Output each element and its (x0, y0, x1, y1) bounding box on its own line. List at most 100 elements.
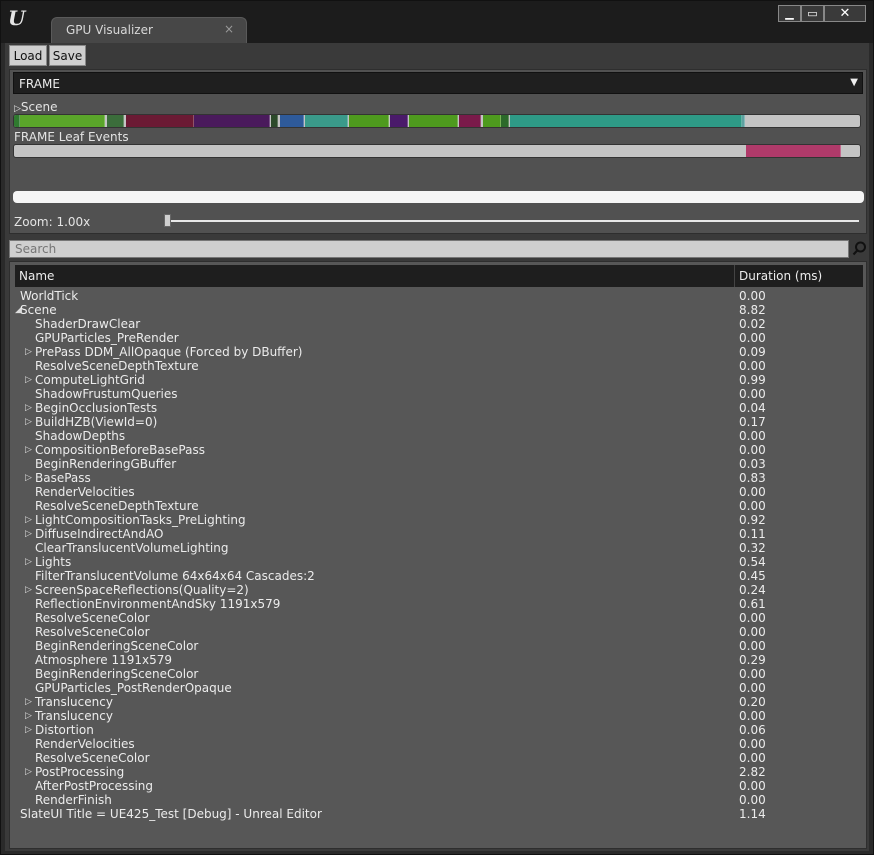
table-row[interactable]: Atmosphere 1191x579 0.29 (15, 653, 863, 667)
table-row[interactable]: ▷ LightCompositionTasks_PreLighting 0.92 (15, 513, 863, 527)
load-button[interactable]: Load (9, 45, 47, 66)
table-row[interactable]: ClearTranslucentVolumeLighting 0.32 (15, 541, 863, 555)
table-row[interactable]: WorldTick 0.00 (15, 289, 863, 303)
close-button[interactable]: ✕ (824, 5, 866, 22)
table-row[interactable]: ▷ Translucency 0.20 (15, 695, 863, 709)
leaf-events-label: FRAME Leaf Events (14, 130, 129, 144)
table-row[interactable]: ResolveSceneDepthTexture 0.00 (15, 359, 863, 373)
table-row[interactable]: ResolveSceneDepthTexture 0.00 (15, 499, 863, 513)
expand-arrow-icon[interactable]: ▷ (25, 709, 32, 723)
zoom-slider-thumb[interactable] (164, 214, 171, 227)
table-row[interactable]: ShaderDrawClear 0.02 (15, 317, 863, 331)
row-name: SlateUI Title = UE425_Test [Debug] - Unr… (20, 807, 322, 821)
table-row[interactable]: ▷ DiffuseIndirectAndAO 0.11 (15, 527, 863, 541)
table-row[interactable]: ShadowFrustumQueries 0.00 (15, 387, 863, 401)
search-input[interactable] (9, 240, 849, 258)
table-row[interactable]: GPUParticles_PostRenderOpaque 0.00 (15, 681, 863, 695)
tab-label: GPU Visualizer (66, 23, 153, 37)
expand-arrow-icon[interactable]: ▷ (25, 345, 32, 359)
row-duration: 8.82 (739, 303, 766, 317)
expand-arrow-icon[interactable]: ▷ (25, 401, 32, 415)
table-row[interactable]: ▷ BuildHZB(ViewId=0) 0.17 (15, 415, 863, 429)
table-row[interactable]: ResolveSceneColor 0.00 (15, 611, 863, 625)
table-row[interactable]: ▷ ComputeLightGrid 0.99 (15, 373, 863, 387)
table-row[interactable]: SlateUI Title = UE425_Test [Debug] - Unr… (15, 807, 863, 821)
scene-bar-segment[interactable] (305, 115, 348, 127)
table-row[interactable]: ResolveSceneColor 0.00 (15, 751, 863, 765)
table-row[interactable]: ResolveSceneColor 0.00 (15, 625, 863, 639)
leaf-bar-segment[interactable] (746, 145, 841, 157)
scene-bar-segment[interactable] (742, 115, 745, 127)
table-row[interactable]: BeginRenderingSceneColor 0.00 (15, 667, 863, 681)
expand-arrow-icon[interactable]: ▷ (14, 104, 21, 114)
expand-arrow-icon[interactable]: ▷ (25, 527, 32, 541)
search-icon[interactable] (852, 241, 867, 256)
row-duration: 0.00 (739, 751, 766, 765)
tab-close-icon[interactable]: × (224, 22, 234, 36)
scene-bar-segment[interactable] (107, 115, 124, 127)
scene-bar-segment[interactable] (126, 115, 194, 127)
maximize-button[interactable]: ▭ (801, 5, 824, 22)
table-row[interactable]: FilterTranslucentVolume 64x64x64 Cascade… (15, 569, 863, 583)
expand-arrow-icon[interactable]: ▷ (25, 443, 32, 457)
table-row[interactable]: ▷ Lights 0.54 (15, 555, 863, 569)
timeline-scrollbar[interactable] (13, 191, 864, 203)
scene-timing-bar[interactable] (13, 114, 861, 128)
table-row[interactable]: RenderFinish 0.00 (15, 793, 863, 807)
scene-bar-segment[interactable] (194, 115, 270, 127)
expand-arrow-icon[interactable]: ▷ (25, 723, 32, 737)
row-name: PrePass DDM_AllOpaque (Forced by DBuffer… (35, 345, 303, 359)
row-duration: 0.00 (739, 709, 766, 723)
expand-arrow-icon[interactable]: ▷ (25, 373, 32, 387)
expand-arrow-icon[interactable]: ▷ (25, 415, 32, 429)
table-row[interactable]: ▷ Translucency 0.00 (15, 709, 863, 723)
scene-bar-segment[interactable] (459, 115, 481, 127)
table-row[interactable]: ▷ CompositionBeforeBasePass 0.00 (15, 443, 863, 457)
table-row[interactable]: ShadowDepths 0.00 (15, 429, 863, 443)
column-header-name[interactable]: Name (19, 269, 54, 283)
expand-arrow-icon[interactable]: ▷ (25, 583, 32, 597)
table-row[interactable]: ▷ BasePass 0.83 (15, 471, 863, 485)
save-button[interactable]: Save (49, 45, 86, 66)
expand-arrow-icon[interactable]: ▷ (25, 695, 32, 709)
table-row[interactable]: ▷ PostProcessing 2.82 (15, 765, 863, 779)
expand-arrow-icon[interactable]: ▷ (25, 765, 32, 779)
table-row[interactable]: AfterPostProcessing 0.00 (15, 779, 863, 793)
column-divider[interactable] (734, 265, 735, 287)
scene-bar-segment[interactable] (409, 115, 458, 127)
table-row[interactable]: ▷ ScreenSpaceReflections(Quality=2) 0.24 (15, 583, 863, 597)
table-row[interactable]: ReflectionEnvironmentAndSky 1191x579 0.61 (15, 597, 863, 611)
minimize-button[interactable]: ▁ (778, 5, 801, 22)
expand-arrow-icon[interactable]: ▷ (25, 555, 32, 569)
table-row[interactable]: ▷ Distortion 0.06 (15, 723, 863, 737)
scene-bar-segment[interactable] (390, 115, 408, 127)
table-row[interactable]: ▷ BeginOcclusionTests 0.04 (15, 401, 863, 415)
table-row[interactable]: ◢ Scene 8.82 (15, 303, 863, 317)
table-row[interactable]: GPUParticles_PreRender 0.00 (15, 331, 863, 345)
row-name: Lights (35, 555, 72, 569)
table-row[interactable]: BeginRenderingGBuffer 0.03 (15, 457, 863, 471)
maximize-icon: ▭ (807, 7, 818, 20)
scene-bar-segment[interactable] (271, 115, 278, 127)
frame-dropdown[interactable]: FRAME ▼ (13, 72, 863, 94)
scene-bar-segment[interactable] (501, 115, 509, 127)
unreal-logo-icon: U (8, 6, 26, 30)
scene-bar-segment[interactable] (20, 115, 105, 127)
expand-arrow-icon[interactable]: ▷ (25, 513, 32, 527)
scene-label[interactable]: ▷Scene (14, 100, 58, 114)
zoom-slider-track[interactable] (165, 220, 859, 222)
scene-bar-segment[interactable] (510, 115, 742, 127)
expand-arrow-icon[interactable]: ▷ (25, 471, 32, 485)
column-header-duration[interactable]: Duration (ms) (739, 269, 822, 283)
table-row[interactable]: RenderVelocities 0.00 (15, 485, 863, 499)
scene-bar-segment[interactable] (483, 115, 501, 127)
scene-bar-segment[interactable] (280, 115, 304, 127)
table-row[interactable]: BeginRenderingSceneColor 0.00 (15, 639, 863, 653)
tab-gpu-visualizer[interactable]: GPU Visualizer × (51, 17, 247, 43)
row-duration: 0.17 (739, 415, 766, 429)
table-row[interactable]: RenderVelocities 0.00 (15, 737, 863, 751)
leaf-events-bar[interactable] (13, 144, 861, 158)
table-row[interactable]: ▷ PrePass DDM_AllOpaque (Forced by DBuffe… (15, 345, 863, 359)
title-bar: U GPU Visualizer × ▁ ▭ ✕ (1, 1, 873, 43)
scene-bar-segment[interactable] (349, 115, 389, 127)
